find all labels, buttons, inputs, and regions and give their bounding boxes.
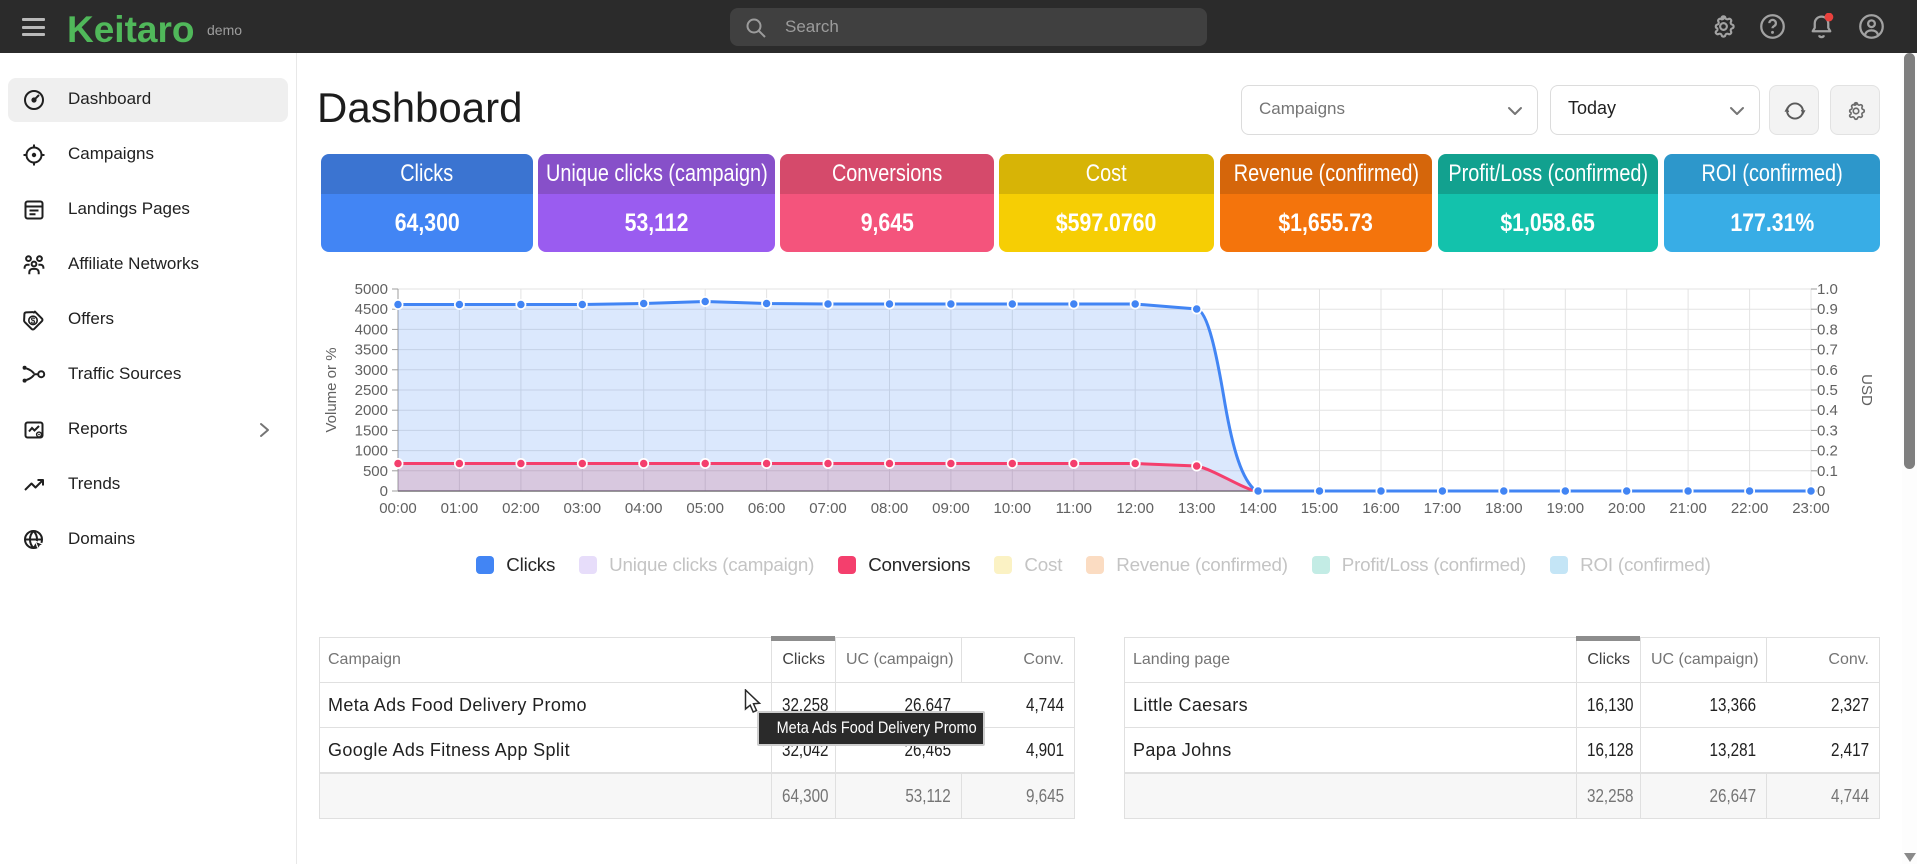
svg-text:0.8: 0.8 bbox=[1817, 321, 1838, 338]
svg-text:4000: 4000 bbox=[355, 321, 388, 338]
svg-text:0.1: 0.1 bbox=[1817, 463, 1838, 480]
svg-text:19:00: 19:00 bbox=[1547, 500, 1585, 517]
svg-text:21:00: 21:00 bbox=[1669, 500, 1707, 517]
svg-text:01:00: 01:00 bbox=[441, 500, 479, 517]
svg-text:500: 500 bbox=[363, 463, 388, 480]
svg-text:0: 0 bbox=[380, 483, 388, 500]
svg-text:0.7: 0.7 bbox=[1817, 342, 1838, 359]
svg-text:06:00: 06:00 bbox=[748, 500, 786, 517]
svg-text:17:00: 17:00 bbox=[1424, 500, 1462, 517]
svg-text:2000: 2000 bbox=[355, 402, 388, 419]
svg-text:12:00: 12:00 bbox=[1116, 500, 1154, 517]
svg-text:0: 0 bbox=[1817, 483, 1825, 500]
svg-text:23:00: 23:00 bbox=[1792, 500, 1830, 517]
svg-text:20:00: 20:00 bbox=[1608, 500, 1646, 517]
svg-text:0.3: 0.3 bbox=[1817, 422, 1838, 439]
svg-text:3500: 3500 bbox=[355, 342, 388, 359]
svg-text:02:00: 02:00 bbox=[502, 500, 540, 517]
svg-text:1000: 1000 bbox=[355, 443, 388, 460]
svg-text:4500: 4500 bbox=[355, 301, 388, 318]
svg-text:3000: 3000 bbox=[355, 362, 388, 379]
svg-text:0.5: 0.5 bbox=[1817, 382, 1838, 399]
svg-text:22:00: 22:00 bbox=[1731, 500, 1769, 517]
svg-text:05:00: 05:00 bbox=[686, 500, 724, 517]
svg-text:Volume or %: Volume or % bbox=[323, 347, 340, 432]
svg-text:USD: USD bbox=[1858, 374, 1875, 406]
svg-text:07:00: 07:00 bbox=[809, 500, 847, 517]
svg-text:0.4: 0.4 bbox=[1817, 402, 1838, 419]
svg-text:10:00: 10:00 bbox=[994, 500, 1032, 517]
svg-text:1500: 1500 bbox=[355, 422, 388, 439]
svg-text:15:00: 15:00 bbox=[1301, 500, 1339, 517]
svg-text:16:00: 16:00 bbox=[1362, 500, 1400, 517]
svg-text:18:00: 18:00 bbox=[1485, 500, 1523, 517]
svg-text:00:00: 00:00 bbox=[379, 500, 417, 517]
svg-text:08:00: 08:00 bbox=[871, 500, 909, 517]
svg-text:13:00: 13:00 bbox=[1178, 500, 1216, 517]
svg-text:1.0: 1.0 bbox=[1817, 281, 1838, 298]
svg-text:2500: 2500 bbox=[355, 382, 388, 399]
svg-text:5000: 5000 bbox=[355, 281, 388, 298]
svg-text:09:00: 09:00 bbox=[932, 500, 970, 517]
svg-text:04:00: 04:00 bbox=[625, 500, 663, 517]
svg-text:0.6: 0.6 bbox=[1817, 362, 1838, 379]
svg-text:0.2: 0.2 bbox=[1817, 443, 1838, 460]
svg-text:11:00: 11:00 bbox=[1056, 500, 1092, 517]
svg-text:14:00: 14:00 bbox=[1239, 500, 1277, 517]
svg-text:03:00: 03:00 bbox=[564, 500, 602, 517]
svg-text:0.9: 0.9 bbox=[1817, 301, 1838, 318]
svg-text:$: $ bbox=[31, 316, 36, 325]
